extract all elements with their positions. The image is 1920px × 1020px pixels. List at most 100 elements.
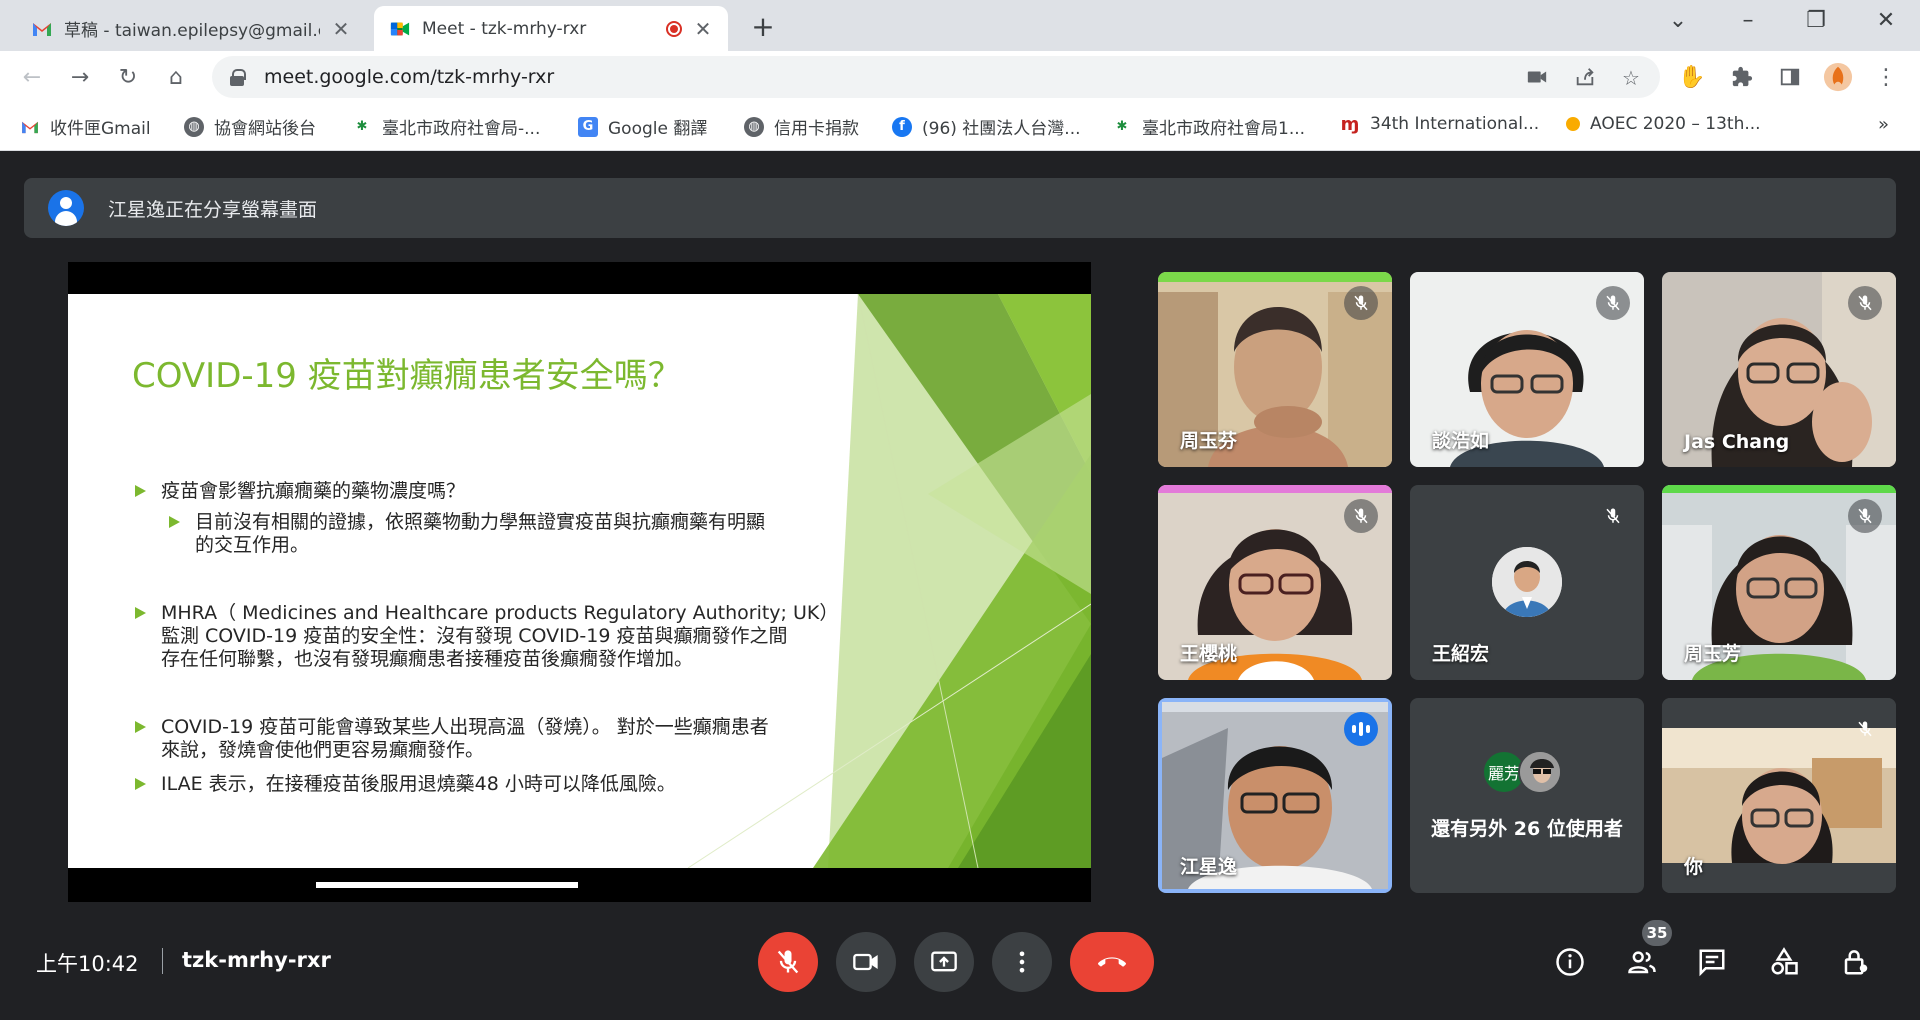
share-icon[interactable] [1570,66,1600,93]
participant-avatar [1518,750,1562,794]
side-panel-icon[interactable] [1774,61,1806,93]
participant-tile[interactable]: 周玉芬 [1158,272,1392,467]
bookmark-taipei-social-2[interactable]: ✱ 臺北市政府社會局1... [1112,114,1305,139]
participant-tile[interactable]: 談浩如 [1410,272,1644,467]
mic-off-icon [1848,286,1882,320]
more-vert-icon [1019,951,1025,973]
bookmark-association-admin[interactable]: ◍ 協會網站後台 [184,114,316,139]
address-bar[interactable]: meet.google.com/tzk-mrhy-rxr ☆ [212,56,1660,98]
bookmark-34th-international[interactable]: ɱ 34th International... [1340,113,1540,135]
slide-text-line: 目前沒有相關的證據，依照藥物動力學無證實疫苗與抗癲癇藥有明顯 [195,511,766,533]
participant-avatar [1492,547,1562,617]
bookmark-facebook[interactable]: f (96) 社團法人台灣... [892,114,1081,139]
slide-text-line: 的交互作用。 [195,534,310,556]
tab-gmail-draft[interactable]: 草稿 - taiwan.epilepsy@gmail.c ✕ [16,6,366,51]
bookmarks-bar: 收件匣Gmail ◍ 協會網站後台 ✱ 臺北市政府社會局-... G Googl… [0,103,1920,151]
people-button[interactable] [1620,940,1664,984]
participant-name: 周玉芬 [1180,430,1238,452]
others-count-text: 還有另外 26 位使用者 [1431,818,1623,840]
more-bookmarks-icon[interactable]: » [1878,114,1889,135]
bookmark-taipei-social-1[interactable]: ✱ 臺北市政府社會局-... [352,114,541,139]
host-controls-button[interactable] [1834,940,1878,984]
close-icon[interactable]: ✕ [330,17,352,41]
bookmark-credit-card-donation[interactable]: ◍ 信用卡捐款 [744,114,859,139]
mic-off-icon [1344,286,1378,320]
home-icon[interactable]: ⌂ [160,61,192,93]
globe-icon: ◍ [184,116,204,137]
presentation-slide: COVID-19 疫苗對癲癇患者安全嗎？ 疫苗會影響抗癲癇藥的藥物濃度嗎？ 目前… [68,294,1091,868]
browser-toolbar: ← → ↻ ⌂ meet.google.com/tzk-mrhy-rxr ☆ ✋… [0,51,1920,103]
leave-call-button[interactable] [1070,932,1154,992]
mic-off-icon [1596,286,1630,320]
others-avatars: 麗芳 [1482,750,1562,794]
conference-icon: ɱ [1340,113,1360,135]
tab-meet[interactable]: Meet - tzk-mrhy-rxr ✕ [374,6,728,51]
shared-screen[interactable]: COVID-19 疫苗對癲癇患者安全嗎？ 疫苗會影響抗癲癇藥的藥物濃度嗎？ 目前… [68,262,1091,902]
bookmark-star-icon[interactable]: ☆ [1616,66,1646,90]
info-icon [1556,948,1584,976]
profile-avatar[interactable] [1822,61,1854,93]
gmail-icon [20,117,40,137]
hand-extension-icon[interactable]: ✋ [1676,61,1708,93]
people-icon [1628,951,1656,974]
participant-tile[interactable]: 周玉芳 [1662,485,1896,680]
more-options-button[interactable] [992,932,1052,992]
tab-title: 草稿 - taiwan.epilepsy@gmail.c [64,21,320,41]
bookmark-label: 收件匣Gmail [50,119,151,139]
mic-off-icon [1596,499,1630,533]
participant-tile[interactable]: 王紹宏 [1410,485,1644,680]
tab-title: Meet - tzk-mrhy-rxr [422,18,587,39]
participant-tile-self[interactable]: 你 [1662,698,1896,893]
forward-icon[interactable]: → [64,61,96,93]
participant-name: 你 [1684,856,1704,878]
tab-search-chevron-icon[interactable]: ⌄ [1658,8,1698,33]
chat-button[interactable] [1690,940,1734,984]
slide-bullet-2: MHRA（ Medicines and Healthcare products … [134,602,839,671]
globe-icon: ◍ [744,116,764,137]
video-camera-icon [853,953,878,971]
mic-toggle-button[interactable] [758,932,818,992]
presenting-banner: 江星逸正在分享螢幕畫面 [24,178,1896,238]
bookmark-label: 協會網站後台 [214,119,316,139]
meeting-code: tzk-mrhy-rxr [182,948,331,972]
meeting-details-button[interactable] [1548,940,1592,984]
camera-toggle-button[interactable] [836,932,896,992]
minimize-icon[interactable]: – [1728,8,1768,33]
activities-button[interactable] [1762,940,1806,984]
others-tile[interactable]: 麗芳 還有另外 26 位使用者 [1410,698,1644,893]
meeting-clock: 上午10:42 [36,952,139,976]
browser-menu-icon[interactable]: ⋮ [1870,61,1902,93]
meet-icon [390,19,410,39]
participant-name: 王櫻桃 [1180,643,1238,665]
slide-text-line: 存在任何聯繫，也沒有發現癲癇患者接種疫苗後癲癇發作增加。 [161,648,694,670]
slide-title: COVID-19 疫苗對癲癇患者安全嗎？ [132,356,682,396]
lock-person-icon [1844,950,1868,975]
back-icon[interactable]: ← [16,61,48,93]
slide-bullet-1: 疫苗會影響抗癲癇藥的藥物濃度嗎？ [134,480,466,502]
participant-tile[interactable]: Jas Chang [1662,272,1896,467]
bookmark-aoec-2020[interactable]: AOEC 2020 – 13th... [1566,114,1761,134]
aoec-icon [1566,117,1580,131]
taipei-icon: ✱ [1116,119,1128,134]
participant-tile[interactable]: 王櫻桃 [1158,485,1392,680]
restore-icon[interactable]: ❐ [1796,8,1836,33]
bookmark-gmail[interactable]: 收件匣Gmail [20,114,151,139]
reload-icon[interactable]: ↻ [112,61,144,93]
close-icon[interactable]: ✕ [692,17,714,41]
divider [162,948,163,974]
close-window-icon[interactable]: ✕ [1866,8,1906,33]
extensions-icon[interactable] [1726,61,1758,93]
meet-stage: 江星逸正在分享螢幕畫面 COVID-19 疫苗對癲癇患者安全嗎？ 疫苗會影響抗癲… [0,152,1920,1020]
participant-name: 江星逸 [1180,856,1238,878]
slideshow-progress-bar [316,882,578,888]
participant-name: 王紹宏 [1432,643,1490,665]
slide-bullet-4: ILAE 表示，在接種疫苗後服用退燒藥48 小時可以降低風險。 [135,773,676,795]
present-screen-button[interactable] [914,932,974,992]
participant-tile-speaking[interactable]: 江星逸 [1158,698,1392,893]
presenting-text: 江星逸正在分享螢幕畫面 [108,198,318,221]
camera-icon[interactable] [1522,66,1552,93]
slide-text-line: MHRA（ Medicines and Healthcare products … [161,602,839,624]
bookmark-google-translate[interactable]: G Google 翻譯 [578,114,707,139]
new-tab-button[interactable]: + [748,10,778,43]
bookmark-label: 臺北市政府社會局-... [382,119,541,139]
